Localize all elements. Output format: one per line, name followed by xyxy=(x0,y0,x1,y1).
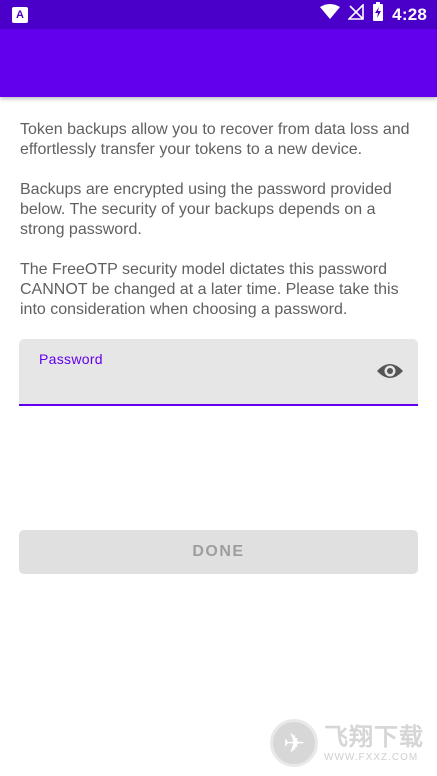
watermark-circle-icon: ✈ xyxy=(270,719,318,767)
status-bar: A 4:28 xyxy=(0,0,437,29)
password-input[interactable] xyxy=(39,373,359,395)
status-icons: 4:28 xyxy=(312,0,427,29)
battery-charging-icon xyxy=(372,2,384,27)
done-button[interactable]: DONE xyxy=(19,530,418,574)
backup-info: Token backups allow you to recover from … xyxy=(20,120,420,340)
info-paragraph-backup: Token backups allow you to recover from … xyxy=(20,121,410,158)
password-label: Password xyxy=(39,351,103,367)
eye-icon[interactable] xyxy=(376,359,404,383)
info-paragraph-encryption: Backups are encrypted using the password… xyxy=(20,181,392,238)
status-time: 4:28 xyxy=(392,4,427,24)
no-signal-icon xyxy=(347,3,364,25)
watermark-text: 飞翔下载 xyxy=(324,723,424,751)
wifi-icon xyxy=(320,4,341,25)
password-field[interactable]: Password xyxy=(19,339,418,406)
app-bar xyxy=(0,29,437,97)
watermark-url: WWW.FXXZ.COM xyxy=(324,751,419,763)
watermark-logo: ✈ 飞翔下载 WWW.FXXZ.COM xyxy=(270,716,432,770)
notification-app-icon: A xyxy=(12,7,28,23)
info-paragraph-security-model: The FreeOTP security model dictates this… xyxy=(20,261,399,318)
